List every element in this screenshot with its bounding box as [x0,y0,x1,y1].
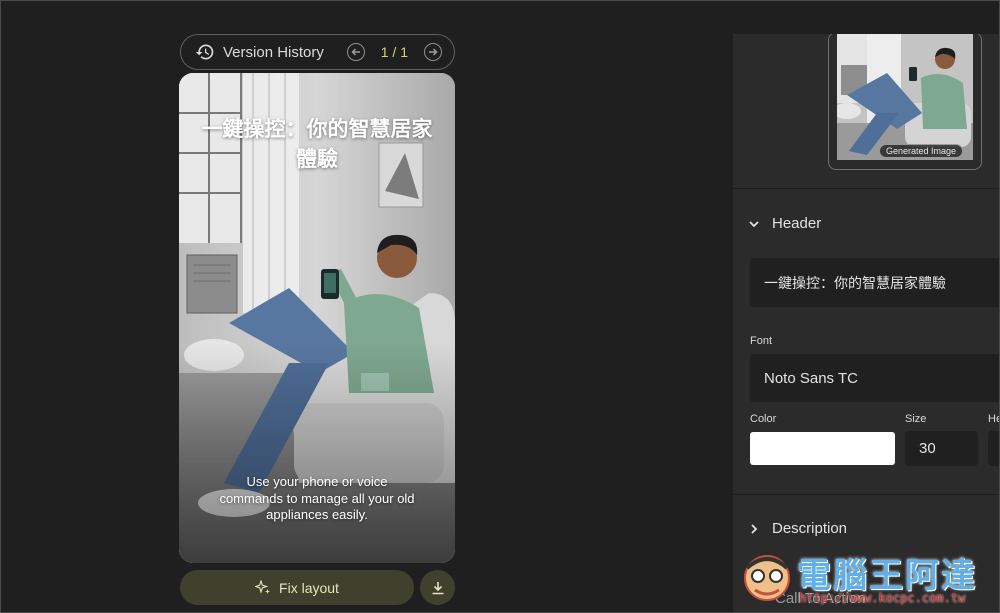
history-icon [195,42,215,62]
chevron-down-icon [749,220,759,227]
divider [733,188,1000,189]
download-icon [432,581,443,594]
prev-circle-icon [351,48,360,56]
header-text-input[interactable]: 一鍵操控：你的智慧居家體驗 [750,258,1000,307]
download-button[interactable] [420,570,455,605]
color-label: Color [750,413,777,425]
preview-headline[interactable]: 一鍵操控：你的智慧居家體驗 [193,115,441,175]
next-circle-icon [429,48,438,56]
chevron-right-icon [751,523,758,534]
properties-panel: Generated Image Header 一鍵操控：你的智慧居家體驗 Fon… [733,34,1000,613]
watermark-url: http://www.kocpc.com.tw [799,591,966,605]
generated-image-badge: Generated Image [879,144,964,158]
fix-layout-button[interactable]: Fix layout [180,570,414,605]
site-watermark: 電腦王阿達 http://www.kocpc.com.tw [735,538,997,612]
size-input[interactable]: 30 [905,431,978,466]
height-label: He [988,413,1000,425]
next-version-button[interactable] [424,43,442,61]
previous-version-button[interactable] [346,43,365,61]
height-input[interactable] [988,431,1000,466]
font-select[interactable]: Noto Sans TC [750,354,1000,402]
sparkle-icon [255,579,271,594]
fix-layout-label: Fix layout [279,579,339,596]
header-section-label: Header [772,215,822,232]
mascot-icon [744,555,790,601]
header-section-toggle[interactable]: Header [748,215,821,232]
color-swatch[interactable] [750,432,895,465]
preview-description[interactable]: Use your phone or voice commands to mana… [213,474,421,524]
description-section-label: Description [772,520,848,537]
watermark-text: 電腦王阿達 [797,556,977,596]
thumbnail-image [837,34,973,160]
version-counter: 1 / 1 [380,44,408,60]
size-label: Size [905,413,927,425]
version-history-title: Version History [223,43,324,61]
font-label: Font [750,335,773,347]
divider [733,494,1000,495]
design-preview[interactable]: 一鍵操控：你的智慧居家體驗 Use your phone or voice co… [179,73,455,563]
version-history-bar: Version History 1 / 1 [180,34,455,70]
generated-image-thumbnail[interactable]: Generated Image [828,34,982,170]
description-section-toggle[interactable]: Description [748,520,847,537]
